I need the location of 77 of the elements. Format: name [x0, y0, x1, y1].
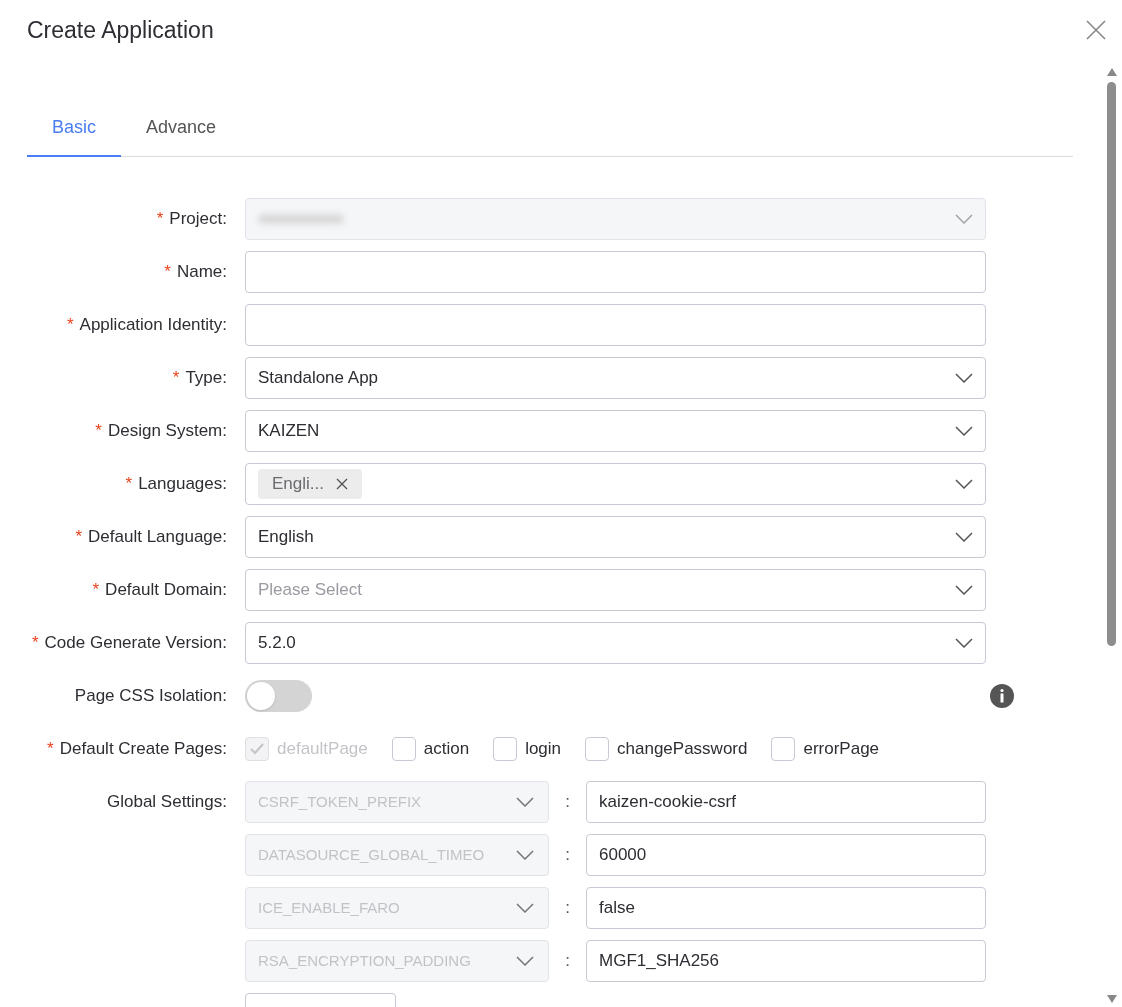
tab[interactable]: Basic	[27, 100, 121, 157]
select-field[interactable]: English	[245, 516, 986, 558]
checkbox-label: action	[423, 738, 470, 761]
chevron-down-icon	[516, 903, 534, 913]
close-icon[interactable]	[336, 478, 348, 490]
setting-value: false	[599, 897, 635, 920]
checkbox-label: changePassword	[617, 738, 748, 761]
scroll-up-arrow-icon[interactable]	[1106, 68, 1117, 76]
tag-label: Engli...	[272, 473, 324, 496]
separator: :	[564, 791, 571, 814]
multi-select-field[interactable]: Engli...	[245, 463, 986, 505]
toggle-switch[interactable]	[245, 680, 312, 712]
text-input-field[interactable]	[245, 304, 986, 346]
setting-value: 60000	[599, 844, 647, 867]
field-label: Page CSS Isolation:	[74, 685, 227, 708]
required-asterisk: *	[156, 208, 164, 231]
separator: :	[564, 844, 571, 867]
tab[interactable]: Advance	[121, 100, 242, 157]
setting-value-field[interactable]: kaizen-cookie-csrf	[586, 781, 986, 823]
dialog-title: Create Application	[27, 15, 214, 45]
select-field[interactable]: KAIZEN	[245, 410, 986, 452]
select-value: English	[258, 526, 314, 549]
info-icon[interactable]	[990, 684, 1014, 708]
chevron-down-icon	[955, 532, 973, 542]
required-asterisk: *	[47, 738, 54, 761]
required-asterisk: *	[75, 526, 83, 549]
select-value: KAIZEN	[258, 420, 320, 443]
field-label: Default Language:	[88, 526, 227, 549]
setting-value: MGF1_SHA256	[599, 950, 719, 973]
required-asterisk: *	[66, 314, 74, 337]
checkbox[interactable]	[585, 737, 610, 761]
close-icon[interactable]	[1086, 20, 1106, 40]
chevron-down-icon	[955, 479, 973, 489]
checkbox-label: errorPage	[803, 738, 880, 761]
select-field[interactable]: Standalone App	[245, 357, 986, 399]
field-label: Application Identity:	[79, 314, 227, 337]
field-label: Default Create Pages:	[59, 738, 227, 761]
separator: :	[564, 897, 571, 920]
required-asterisk: *	[172, 367, 180, 390]
setting-value-field[interactable]: 60000	[586, 834, 986, 876]
field-label: Default Domain:	[105, 579, 227, 602]
required-asterisk: *	[95, 420, 102, 443]
separator: :	[564, 950, 571, 973]
checkbox[interactable]	[493, 737, 518, 761]
required-asterisk: *	[92, 579, 100, 602]
chevron-down-icon	[955, 638, 973, 648]
setting-value: kaizen-cookie-csrf	[599, 791, 736, 814]
scroll-down-arrow-icon[interactable]	[1106, 995, 1117, 1003]
required-asterisk: *	[125, 473, 133, 496]
checkbox[interactable]	[771, 737, 796, 761]
field-label: Type:	[185, 367, 227, 390]
chevron-down-icon	[516, 956, 534, 966]
chevron-down-icon	[516, 850, 534, 860]
field-label: Languages:	[138, 473, 227, 496]
chevron-down-icon	[955, 426, 973, 436]
required-asterisk: *	[31, 632, 39, 655]
setting-value-field[interactable]: false	[586, 887, 986, 929]
select-value: Standalone App	[258, 367, 379, 390]
chevron-down-icon	[955, 585, 973, 595]
text-input-field[interactable]	[245, 251, 986, 293]
select-value: 5.2.0	[258, 632, 296, 655]
setting-value-field[interactable]: MGF1_SHA256	[586, 940, 986, 982]
checkbox-label: defaultPage	[277, 738, 368, 761]
checkmark-icon	[250, 743, 264, 755]
chevron-down-icon	[955, 214, 973, 224]
field-label: Design System:	[107, 420, 227, 443]
field-label: Code Generate Version:	[44, 632, 227, 655]
chevron-down-icon	[955, 373, 973, 383]
select-placeholder: Please Select	[258, 579, 362, 602]
field-label: Global Settings:	[107, 791, 227, 814]
chevron-down-icon	[516, 797, 534, 807]
required-asterisk: *	[164, 261, 171, 284]
field-label: Name:	[176, 261, 227, 284]
checkbox-label: login	[525, 738, 562, 761]
select-field[interactable]: 5.2.0	[245, 622, 986, 664]
checkbox[interactable]	[391, 737, 416, 761]
field-label: Project:	[169, 208, 227, 231]
